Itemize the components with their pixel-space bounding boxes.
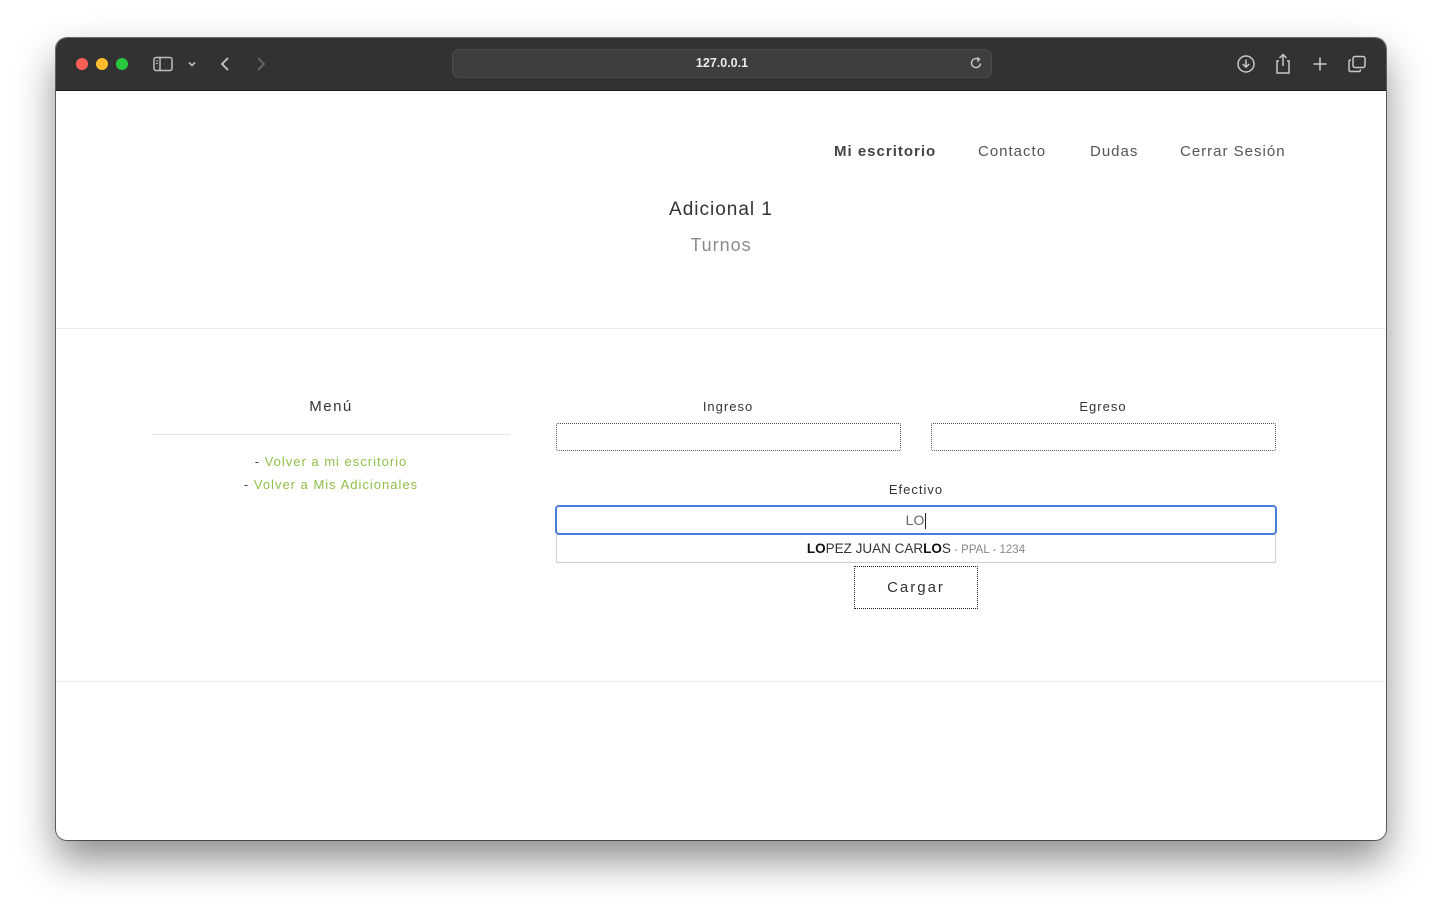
close-window-button[interactable] (76, 58, 88, 70)
page-content: Mi escritorio Contacto Dudas Cerrar Sesi… (56, 91, 1386, 840)
tab-overview-icon[interactable] (1347, 52, 1367, 76)
efectivo-label: Efectivo (888, 482, 944, 497)
suggestion-match: LO (806, 541, 826, 556)
chevron-down-icon[interactable] (186, 52, 198, 76)
cargar-button[interactable]: Cargar (854, 566, 978, 609)
section-divider (56, 681, 1386, 682)
download-icon[interactable] (1236, 52, 1256, 76)
browser-toolbar: 127.0.0.1 (56, 38, 1386, 91)
link-volver-adicionales[interactable]: Volver a Mis Adicionales (254, 477, 418, 492)
main-nav: Mi escritorio Contacto Dudas Cerrar Sesi… (56, 143, 1386, 163)
link-volver-escritorio[interactable]: Volver a mi escritorio (265, 454, 408, 469)
menu-item: - Volver a mi escritorio (152, 454, 510, 469)
nav-cerrar-sesion[interactable]: Cerrar Sesión (1180, 143, 1286, 160)
nav-contacto[interactable]: Contacto (978, 143, 1046, 160)
new-tab-icon[interactable] (1311, 52, 1329, 76)
zoom-window-button[interactable] (116, 58, 128, 70)
efectivo-input[interactable]: LO (555, 505, 1277, 535)
share-icon[interactable] (1274, 52, 1292, 76)
section-divider (56, 328, 1386, 329)
egreso-label: Egreso (1079, 399, 1127, 414)
menu-item-prefix: - (243, 477, 254, 492)
efectivo-input-value: LO (905, 512, 925, 528)
menu-divider (152, 434, 510, 435)
sidebar-icon[interactable] (152, 52, 174, 76)
browser-window: 127.0.0.1 Mi escritorio Contacto Dudas C… (56, 38, 1386, 840)
egreso-input[interactable] (931, 423, 1276, 451)
suggestion-match: LO (923, 541, 942, 556)
address-text: 127.0.0.1 (695, 56, 749, 70)
reload-icon[interactable] (969, 55, 983, 75)
minimize-window-button[interactable] (96, 58, 108, 70)
menu-title: Menú (309, 398, 353, 415)
menu-item-prefix: - (254, 454, 265, 469)
back-icon[interactable] (218, 52, 232, 76)
suggestion-meta: - PPAL - 1234 (950, 544, 1026, 556)
suggestion-text: PEZ JUAN CAR (825, 541, 924, 556)
suggestion-text: S (941, 541, 951, 556)
address-bar[interactable]: 127.0.0.1 (452, 49, 992, 78)
autocomplete-suggestion[interactable]: LOPEZ JUAN CARLOS - PPAL - 1234 (556, 535, 1276, 563)
forward-icon[interactable] (254, 52, 268, 76)
ingreso-input[interactable] (556, 423, 901, 451)
text-caret (925, 513, 927, 530)
page-title: Adicional 1 (669, 199, 773, 220)
ingreso-label: Ingreso (702, 399, 754, 414)
page-subtitle: Turnos (690, 235, 752, 255)
nav-dudas[interactable]: Dudas (1090, 143, 1138, 160)
menu-item: - Volver a Mis Adicionales (152, 477, 510, 492)
nav-mi-escritorio[interactable]: Mi escritorio (834, 143, 936, 160)
